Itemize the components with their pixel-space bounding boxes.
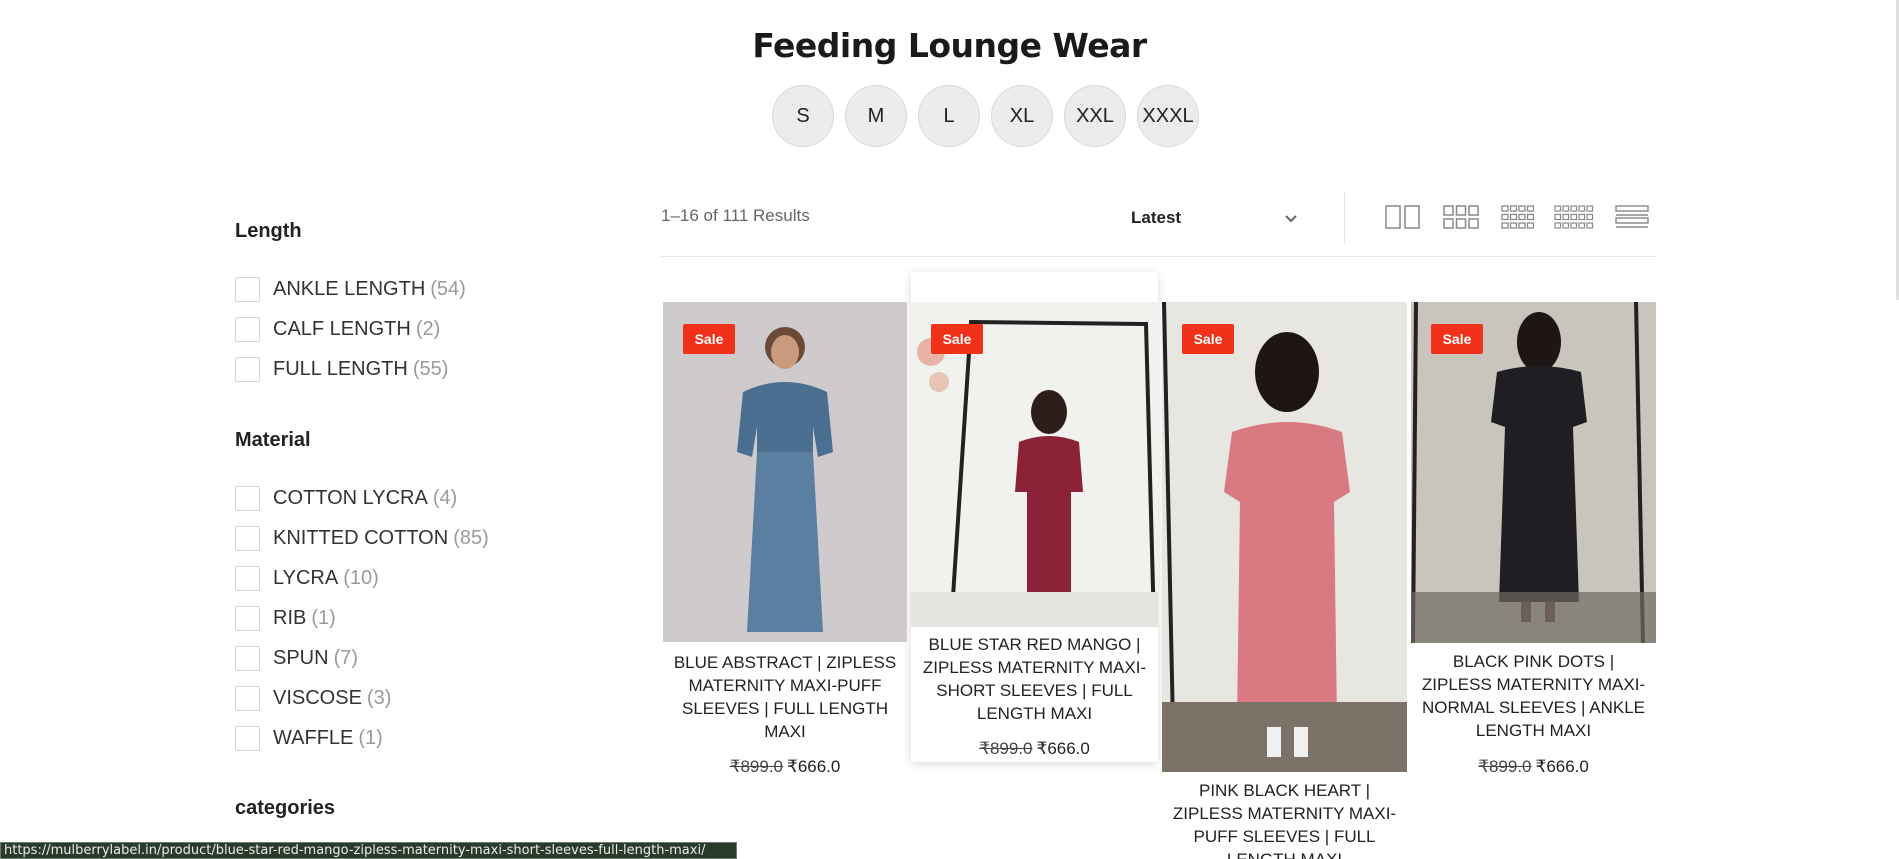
page-title: Feeding Lounge Wear — [752, 26, 1147, 65]
size-pill-m[interactable]: M — [845, 85, 907, 147]
size-pill-l[interactable]: L — [918, 85, 980, 147]
product-card[interactable]: Sale BLACK PINK DOTS | ZIPLESS MATERNITY… — [1411, 302, 1656, 782]
filter-option-label: WAFFLE — [273, 726, 354, 749]
price-sale: ₹666.0 — [1535, 757, 1589, 776]
filter-option-lycra[interactable]: LYCRA (10) — [235, 563, 379, 593]
product-title[interactable]: BLUE ABSTRACT | ZIPLESS MATERNITY MAXI-P… — [663, 651, 907, 743]
view-3-columns-icon[interactable] — [1443, 204, 1479, 230]
checkbox[interactable] — [235, 485, 260, 511]
filter-option-cotton-lycra[interactable]: COTTON LYCRA (4) — [235, 483, 457, 513]
filter-option-count: (54) — [430, 277, 466, 300]
filter-option-label: ANKLE LENGTH — [273, 277, 426, 300]
sort-selected-value: Latest — [1131, 208, 1182, 227]
filter-option-count: (3) — [366, 686, 392, 709]
checkbox[interactable] — [235, 645, 260, 671]
filter-option-knitted-cotton[interactable]: KNITTED COTTON (85) — [235, 523, 489, 553]
checkbox[interactable] — [235, 276, 260, 302]
results-count: 1–16 of 111 Results — [661, 206, 810, 225]
filter-option-ankle-length[interactable]: ANKLE LENGTH (54) — [235, 274, 466, 304]
filter-option-spun[interactable]: SPUN (7) — [235, 643, 358, 673]
size-pill-s[interactable]: S — [772, 85, 834, 147]
product-image[interactable]: Sale — [1411, 302, 1656, 643]
product-card[interactable]: Sale BLUE STAR RED MANGO | ZIPLESS MATER… — [911, 302, 1158, 762]
filter-option-calf-length[interactable]: CALF LENGTH (2) — [235, 314, 440, 344]
filter-heading-material: Material — [235, 429, 311, 451]
filter-option-count: (1) — [311, 606, 336, 629]
filter-option-count: (55) — [412, 357, 449, 380]
checkbox[interactable] — [235, 356, 260, 382]
sale-badge: Sale — [1431, 324, 1483, 354]
product-image[interactable]: Sale — [911, 302, 1158, 627]
filter-heading-categories: categories — [235, 797, 336, 819]
view-2-columns-icon[interactable] — [1385, 204, 1420, 230]
sale-badge: Sale — [683, 324, 735, 354]
sale-badge: Sale — [931, 324, 983, 354]
product-price: ₹899.0 ₹666.0 — [1411, 757, 1656, 777]
checkbox[interactable] — [235, 565, 260, 591]
view-5-columns-icon[interactable] — [1554, 204, 1594, 230]
product-price: ₹899.0 ₹666.0 — [911, 739, 1158, 759]
filter-option-rib[interactable]: RIB (1) — [235, 603, 336, 633]
checkbox[interactable] — [235, 316, 260, 342]
filter-option-label: FULL LENGTH — [273, 357, 408, 380]
filter-option-label: KNITTED COTTON — [273, 526, 449, 549]
filter-option-count: (2) — [415, 317, 441, 340]
product-image[interactable]: Sale — [1162, 302, 1407, 772]
price-original: ₹899.0 — [1478, 757, 1532, 776]
size-filter-pills: S M L XL XXL XXXL — [772, 85, 1199, 147]
filter-option-label: VISCOSE — [273, 686, 362, 709]
checkbox[interactable] — [235, 685, 260, 711]
product-card[interactable]: Sale PINK BLACK HEART | ZIPLESS MATERNIT… — [1162, 302, 1407, 859]
product-card[interactable]: Sale BLUE ABSTRACT | ZIPLESS MATERNITY M… — [663, 302, 907, 782]
filter-option-count: (85) — [453, 526, 489, 549]
price-sale: ₹666.0 — [787, 757, 841, 776]
price-original: ₹899.0 — [979, 739, 1033, 758]
product-title[interactable]: PINK BLACK HEART | ZIPLESS MATERNITY MAX… — [1162, 779, 1407, 859]
filter-option-count: (1) — [358, 726, 383, 749]
checkbox[interactable] — [235, 605, 260, 631]
price-original: ₹899.0 — [729, 757, 783, 776]
filter-option-count: (4) — [432, 486, 458, 509]
toolbar-divider — [1344, 192, 1345, 244]
checkbox[interactable] — [235, 725, 260, 751]
size-pill-xl[interactable]: XL — [991, 85, 1053, 147]
filter-option-viscose[interactable]: VISCOSE (3) — [235, 683, 391, 713]
product-image[interactable]: Sale — [663, 302, 907, 642]
filter-option-label: SPUN — [273, 646, 329, 669]
filter-option-full-length[interactable]: FULL LENGTH (55) — [235, 354, 448, 384]
size-pill-xxxl[interactable]: XXXL — [1137, 85, 1199, 147]
checkbox[interactable] — [235, 525, 260, 551]
sort-select[interactable]: Latest — [1131, 204, 1301, 232]
status-bar-url: https://mulberrylabel.in/product/blue-st… — [0, 842, 737, 859]
filter-option-label: CALF LENGTH — [273, 317, 411, 340]
toolbar-divider-line — [661, 256, 1656, 257]
filter-option-label: RIB — [273, 606, 307, 629]
filter-option-waffle[interactable]: WAFFLE (1) — [235, 723, 383, 753]
view-list-icon[interactable] — [1615, 204, 1649, 230]
filter-option-count: (10) — [343, 566, 379, 589]
price-sale: ₹666.0 — [1036, 739, 1090, 758]
chevron-down-icon — [1285, 215, 1297, 223]
product-price: ₹899.0 ₹666.0 — [663, 757, 907, 777]
product-photo — [1162, 302, 1407, 772]
filter-option-label: COTTON LYCRA — [273, 486, 428, 509]
view-4-columns-icon[interactable] — [1501, 204, 1534, 230]
product-title[interactable]: BLUE STAR RED MANGO | ZIPLESS MATERNITY … — [911, 633, 1158, 725]
sale-badge: Sale — [1182, 324, 1234, 354]
filter-option-count: (7) — [333, 646, 359, 669]
size-pill-xxl[interactable]: XXL — [1064, 85, 1126, 147]
filter-option-label: LYCRA — [273, 566, 339, 589]
filter-heading-length: Length — [235, 220, 302, 242]
product-title[interactable]: BLACK PINK DOTS | ZIPLESS MATERNITY MAXI… — [1411, 650, 1656, 742]
